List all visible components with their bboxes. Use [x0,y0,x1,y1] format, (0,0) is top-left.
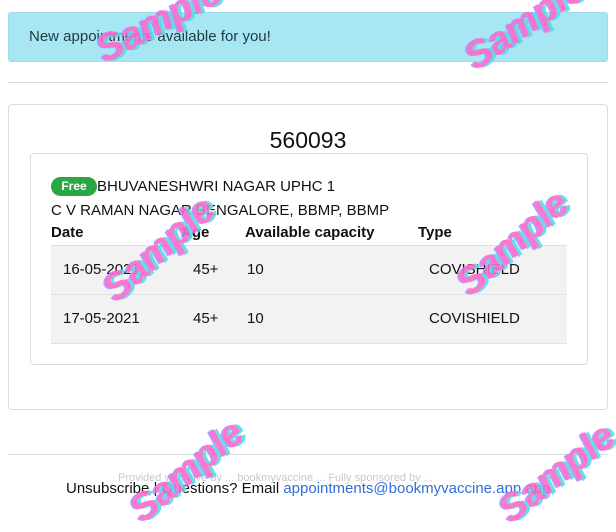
cell-capacity: 10 [247,310,264,327]
footer: Unsubscribe | Questions? Email appointme… [66,480,550,497]
cell-capacity: 10 [247,261,264,278]
cell-age: 45+ [193,310,219,327]
header-capacity: Available capacity [245,224,375,241]
header-type: Type [418,224,452,241]
cell-date: 17-05-2021 [63,310,140,327]
cell-age: 45+ [193,261,219,278]
table-header: Date Age Available capacity Type [51,221,567,246]
footer-separator: | [149,480,162,497]
center-name: BHUVANESHWRI NAGAR UPHC 1 [97,178,336,195]
cell-type: COVISHIELD [429,261,520,278]
footer-questions: Questions? Email [161,480,284,497]
fee-badge: Free [51,177,97,196]
watermark-sample: Sample [491,414,616,532]
header-date: Date [51,224,84,241]
table-row: 17-05-2021 45+ 10 COVISHIELD [51,295,567,344]
pincode-card: 560093 Free BHUVANESHWRI NAGAR UPHC 1 C … [8,104,608,410]
divider-top [8,82,608,83]
center-card: Free BHUVANESHWRI NAGAR UPHC 1 C V RAMAN… [30,153,588,365]
divider-bottom [8,454,608,455]
table-row: 16-05-2021 45+ 10 COVISHIELD [51,246,567,295]
center-address: C V RAMAN NAGAR BENGALORE, BBMP, BBMP [51,202,390,219]
alert-message: New appointments available for you! [29,28,271,45]
unsubscribe-link[interactable]: Unsubscribe [66,480,149,497]
pincode-heading: 560093 [269,127,347,153]
slots-table: Date Age Available capacity Type 16-05-2… [51,221,567,344]
cell-type: COVISHIELD [429,310,520,327]
footer-suffix: app [521,480,551,497]
new-appointments-alert: New appointments available for you! [8,12,608,62]
header-age: Age [181,224,210,241]
email-link[interactable]: appointments@bookmyvaccine.app [283,480,521,497]
cell-date: 16-05-2021 [63,261,140,278]
